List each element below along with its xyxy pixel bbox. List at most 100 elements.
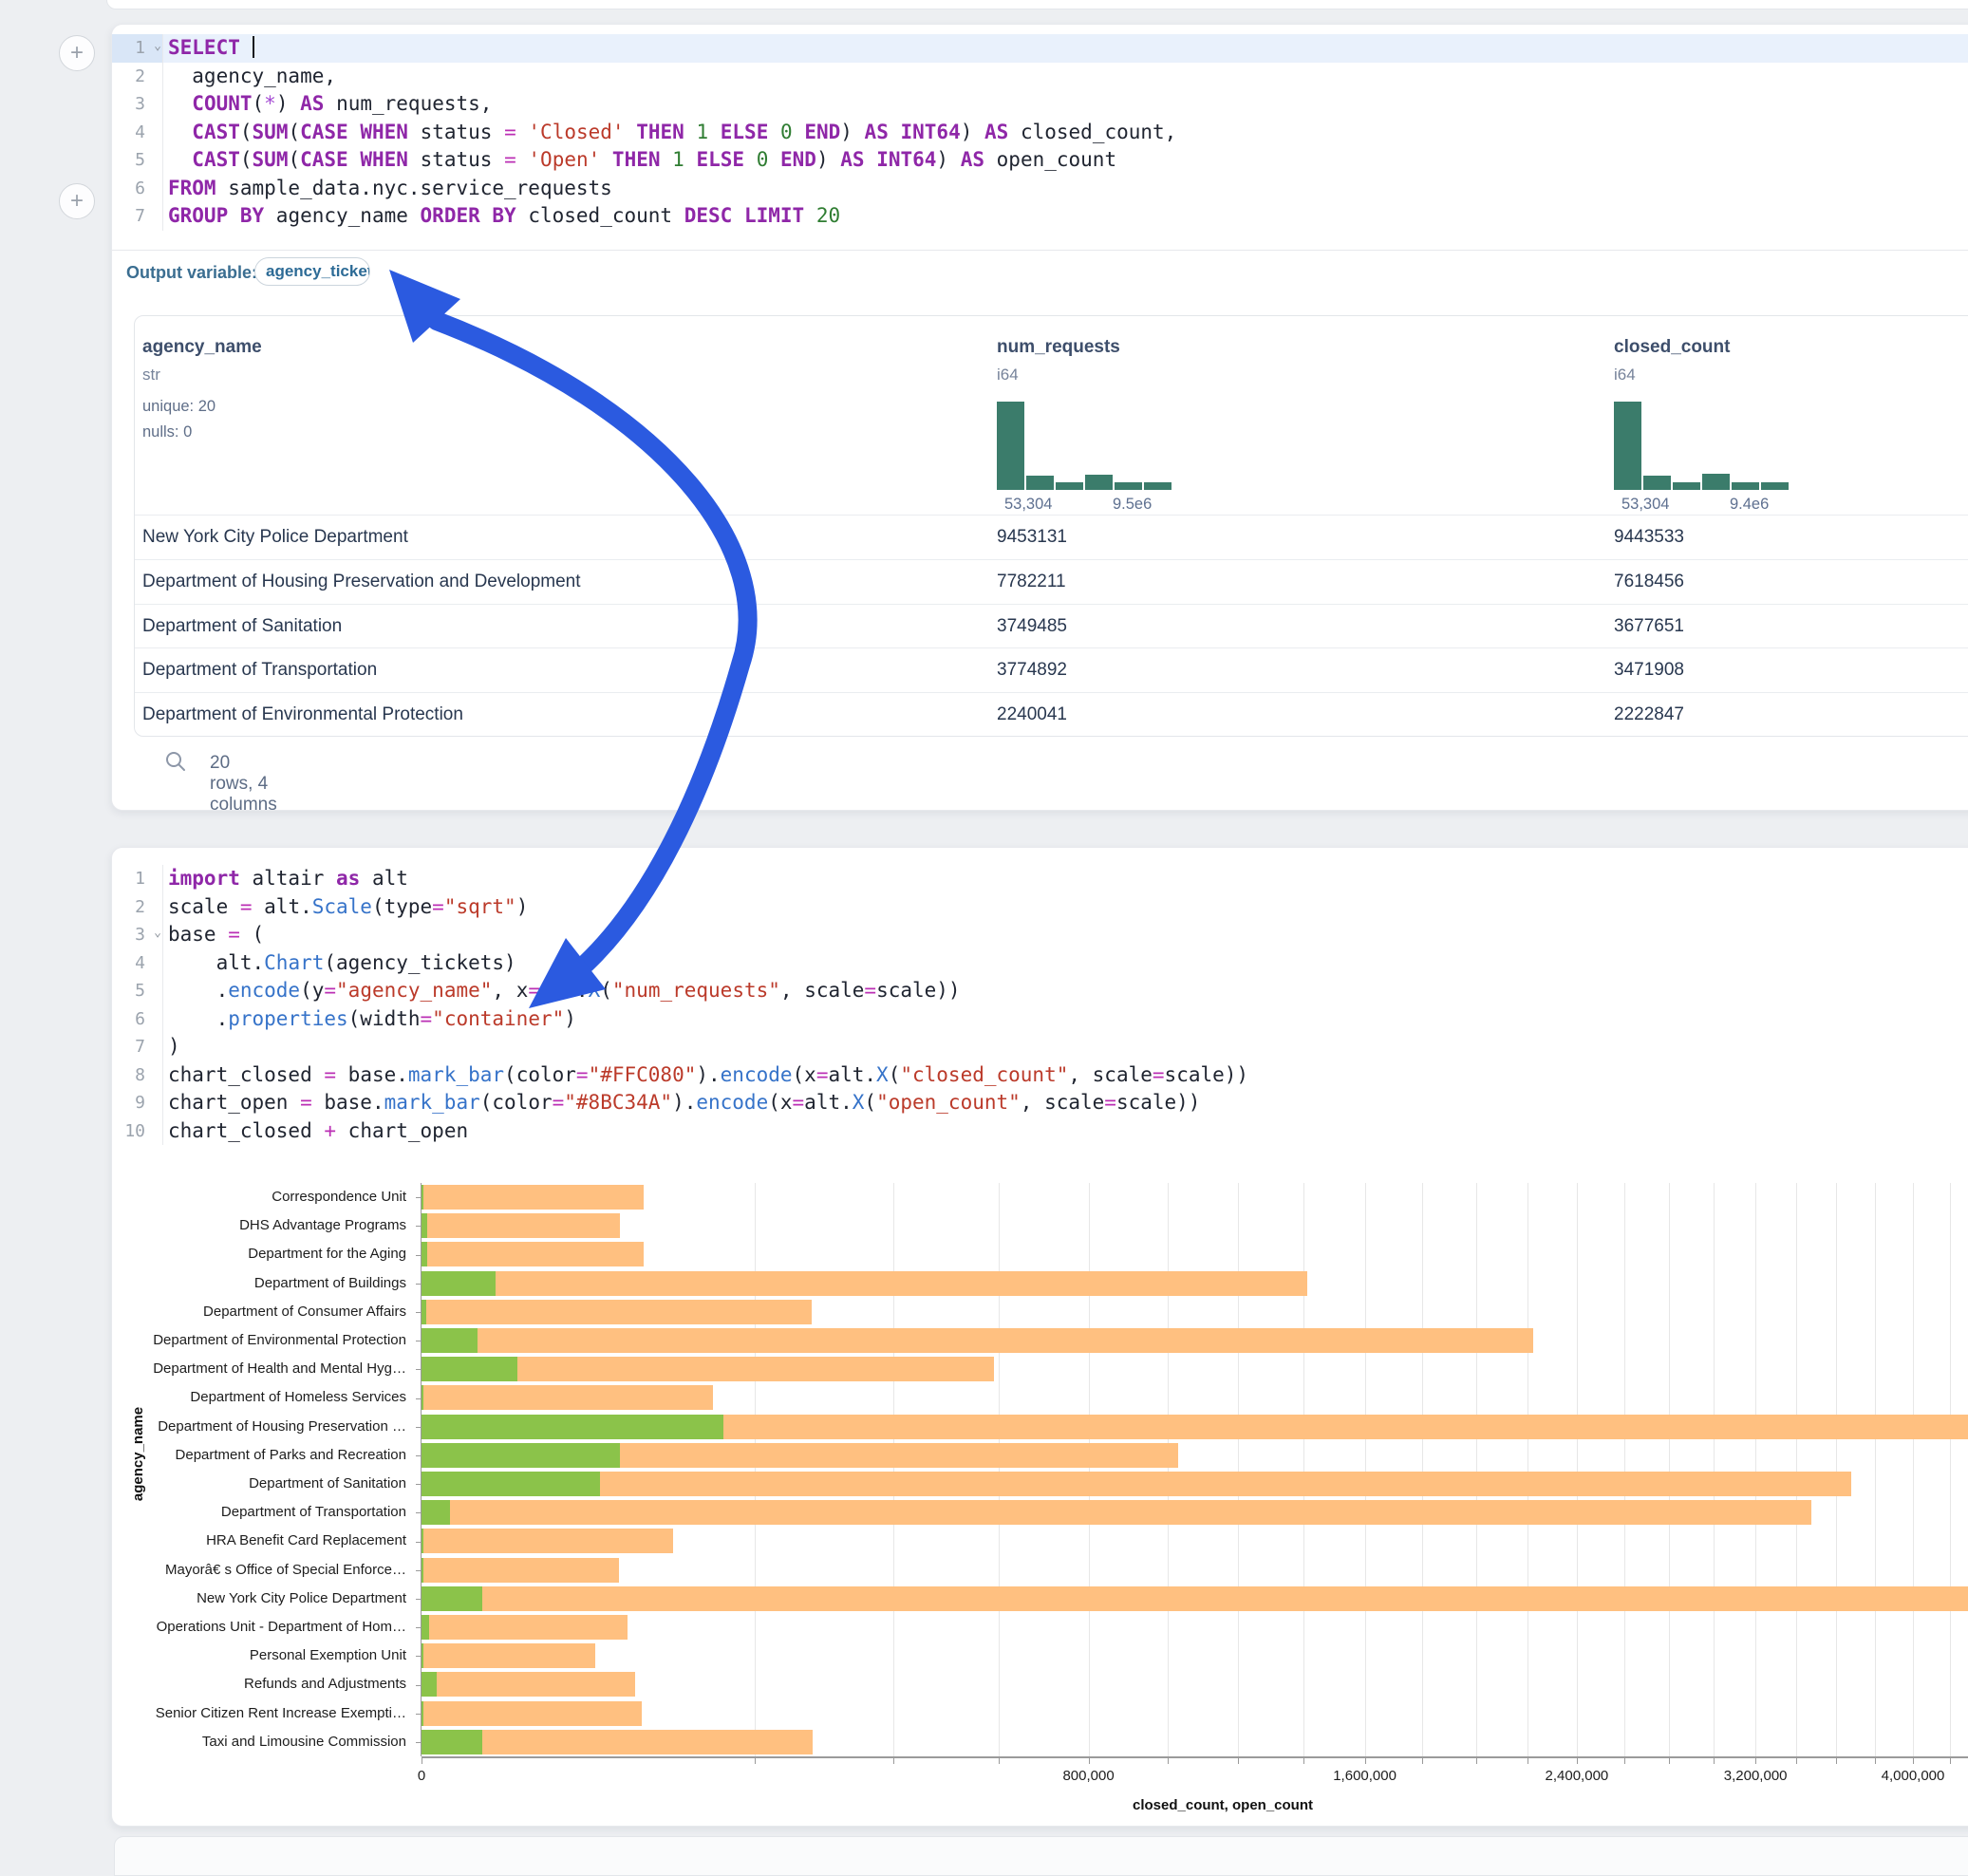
column-header-num_requests[interactable]: num_requests [997,337,1120,358]
code-token: = [240,895,253,918]
code-token [768,148,780,171]
table-row[interactable]: Department of Environmental Protection22… [135,692,1968,737]
code-token: AS [840,148,864,171]
code-token: = [793,1091,805,1114]
code-line-5[interactable]: 5 CAST(SUM(CASE WHEN status = 'Open' THE… [112,146,1968,175]
code-line-4[interactable]: 4 CAST(SUM(CASE WHEN status = 'Closed' T… [112,119,1968,147]
code-token: GROUP BY [168,204,264,227]
category-label: Department of Environmental Protection [153,1326,406,1355]
gridline [755,1183,756,1756]
column-header-closed_count[interactable]: closed_count [1614,337,1730,358]
code-token: ) [816,148,840,171]
code-token: properties [228,1007,347,1030]
table-row[interactable]: Department of Housing Preservation and D… [135,559,1968,605]
code-token: (type [372,895,432,918]
y-tick [416,1599,422,1600]
x-tick [1755,1758,1756,1764]
table-cell: New York City Police Department [142,516,408,559]
bar-open-count [422,1701,423,1726]
code-line-8[interactable]: 8chart_closed = base.mark_bar(color="#FF… [112,1061,1968,1090]
code-line-2[interactable]: 2scale = alt.Scale(type="sqrt") [112,893,1968,922]
bar-open-count [422,1615,429,1640]
histogram-max-label: 9.5e6 [1113,496,1152,514]
table-row[interactable]: New York City Police Department945313194… [135,515,1968,560]
line-number: 6 [135,175,145,203]
x-tick-label: 4,000,000 [1882,1768,1945,1784]
code-token: chart_open [168,1091,300,1114]
output-variable-input[interactable]: agency_tickets [254,257,370,286]
code-token [865,148,877,171]
add-block-button-output[interactable]: + [59,183,95,219]
category-label: Department of Sanitation [249,1470,406,1498]
bar-open-count [422,1300,426,1324]
chart-y-axis-title: agency_name [130,1407,146,1501]
code-token: "sqrt" [444,895,516,918]
code-token: THEN [636,121,684,143]
code-line-7[interactable]: 7) [112,1033,1968,1061]
python-code-editor[interactable]: 1import altair as alt2scale = alt.Scale(… [112,865,1968,1145]
category-label: Operations Unit - Department of Hom… [157,1613,406,1642]
code-token [793,121,805,143]
x-tick [1365,1758,1366,1764]
category-label: Personal Exemption Unit [250,1642,406,1670]
bar-closed-count [422,1271,1307,1296]
code-token: ( [240,121,253,143]
code-token [684,121,697,143]
code-token: mark_bar [408,1063,504,1086]
code-token: open_count [984,148,1116,171]
code-token: = [504,148,516,171]
sql-code-editor[interactable]: 1⌄SELECT 2 agency_name,3 COUNT(*) AS num… [112,34,1968,231]
add-block-button-top[interactable]: + [59,35,95,71]
code-line-6[interactable]: 6 .properties(width="container") [112,1005,1968,1034]
code-token: X [589,979,601,1002]
code-line-1[interactable]: 1import altair as alt [112,865,1968,893]
bar-open-count [422,1271,496,1296]
code-token: . [168,979,228,1002]
code-line-3[interactable]: 3 COUNT(*) AS num_requests, [112,90,1968,119]
code-token: "#8BC34A" [564,1091,672,1114]
code-token: = [228,923,240,946]
table-row[interactable]: Department of Sanitation37494853677651 [135,604,1968,649]
code-token: DESC [684,204,733,227]
y-tick [416,1484,422,1485]
code-line-2[interactable]: 2 agency_name, [112,63,1968,91]
category-label: Senior Citizen Rent Increase Exempti… [156,1699,406,1728]
fold-chevron-icon[interactable]: ⌄ [154,919,161,947]
code-line-6[interactable]: 6FROM sample_data.nyc.service_requests [112,175,1968,203]
column-header-agency_name[interactable]: agency_name [142,337,262,358]
table-cell: 3677651 [1614,605,1684,648]
gridline [1577,1183,1578,1756]
x-tick [755,1758,756,1764]
bar-closed-count [422,1500,1811,1525]
gridline [893,1183,894,1756]
histogram-bar [1732,482,1759,490]
code-token: . [168,1007,228,1030]
code-line-7[interactable]: 7GROUP BY agency_name ORDER BY closed_co… [112,202,1968,231]
bar-closed-count [422,1472,1851,1496]
code-line-10[interactable]: 10chart_closed + chart_open [112,1117,1968,1146]
fold-chevron-icon[interactable]: ⌄ [154,32,161,61]
code-token: base. [312,1091,384,1114]
gridline [1669,1183,1670,1756]
code-token: (width [348,1007,421,1030]
line-number: 8 [135,1061,145,1090]
gridline [1365,1183,1366,1756]
x-tick [1836,1758,1837,1764]
code-token: 0 [757,148,769,171]
code-line-3[interactable]: 3⌄base = ( [112,921,1968,949]
code-token: ( [240,148,253,171]
code-line-4[interactable]: 4 alt.Chart(agency_tickets) [112,949,1968,978]
category-label: HRA Benefit Card Replacement [206,1527,406,1555]
code-line-1[interactable]: 1⌄SELECT [112,34,1968,63]
code-token: "container" [432,1007,564,1030]
code-line-5[interactable]: 5 .encode(y="agency_name", x=alt.X("num_… [112,977,1968,1005]
code-token: encode [228,979,300,1002]
y-tick [416,1369,422,1370]
histogram-bar [1026,476,1054,490]
code-token: COUNT [192,92,252,115]
search-icon[interactable] [164,750,187,773]
bar-open-count [422,1213,427,1238]
code-line-9[interactable]: 9chart_open = base.mark_bar(color="#8BC3… [112,1089,1968,1117]
table-row[interactable]: Department of Transportation377489234719… [135,647,1968,693]
code-token: FROM [168,177,216,199]
